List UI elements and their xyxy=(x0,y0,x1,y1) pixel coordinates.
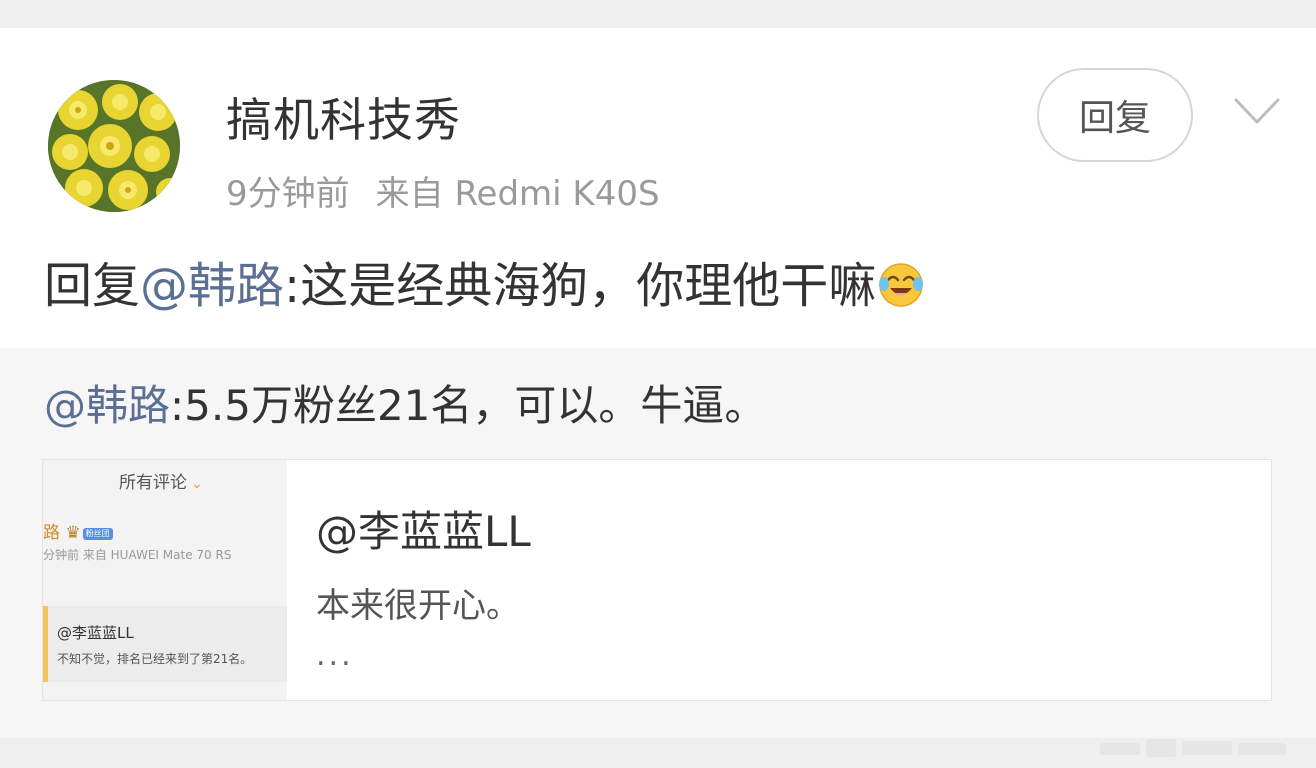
link-card[interactable]: 所有评论 ⌄ 路 ♛ 粉丝团 分钟前 来自 HUAWEI Mate 70 RS @李… xyxy=(42,459,1272,701)
thumbnail-badge: 粉丝团 xyxy=(82,528,113,540)
watermark-image xyxy=(1100,735,1290,761)
link-card-description: 本来很开心。 xyxy=(316,586,520,626)
quoted-comment[interactable]: @韩路:5.5万粉丝21名，可以。牛逼。 所有评论 ⌄ 路 ♛ 粉丝团 分钟前 来自… xyxy=(0,348,1316,738)
quoted-mention-link[interactable]: @韩路 xyxy=(44,381,170,430)
thumbnail-user: 路 ♛ 粉丝团 xyxy=(43,518,113,543)
link-card-ellipsis: ... xyxy=(316,638,354,673)
link-card-thumbnail: 所有评论 ⌄ 路 ♛ 粉丝团 分钟前 来自 HUAWEI Mate 70 RS @李… xyxy=(43,460,287,700)
quoted-body: :5.5万粉丝21名，可以。牛逼。 xyxy=(170,381,767,430)
post-meta: 9分钟前 来自 Redmi K40S xyxy=(226,166,660,215)
post-time: 9分钟前 xyxy=(226,174,350,214)
flower-avatar-image xyxy=(48,80,180,212)
chevron-down-icon: ⌄ xyxy=(191,476,203,492)
mention-link[interactable]: @韩路 xyxy=(140,258,284,314)
crown-icon: ♛ xyxy=(65,523,81,543)
reply-prefix: 回复 xyxy=(44,258,141,314)
avatar[interactable] xyxy=(48,80,180,212)
thumbnail-accent-bar xyxy=(43,606,48,682)
quoted-text: @韩路:5.5万粉丝21名，可以。牛逼。 xyxy=(44,378,766,434)
post-source: 来自 Redmi K40S xyxy=(375,174,660,214)
link-card-title[interactable]: @李蓝蓝LL xyxy=(316,498,531,559)
post-card: 搞机科技秀 9分钟前 来自 Redmi K40S 回复 回复@韩路:这是经典海狗，… xyxy=(0,28,1316,348)
post-text: :这是经典海狗，你理他干嘛 xyxy=(284,258,877,314)
chevron-down-icon[interactable] xyxy=(1230,92,1284,132)
thumbnail-sub-text: 不知不觉，排名已经来到了第21名。 xyxy=(57,652,253,666)
post-content: 回复@韩路:这是经典海狗，你理他干嘛 xyxy=(44,256,924,322)
author-name[interactable]: 搞机科技秀 xyxy=(226,84,461,150)
thumbnail-filter: 所有评论 ⌄ xyxy=(119,473,203,493)
reply-button[interactable]: 回复 xyxy=(1037,68,1193,162)
laughing-crying-emoji-icon xyxy=(878,262,924,322)
thumbnail-sub-name: @李蓝蓝LL xyxy=(57,624,134,642)
thumbnail-subcomment: @李蓝蓝LL 不知不觉，排名已经来到了第21名。 xyxy=(43,606,287,682)
thumbnail-meta: 分钟前 来自 HUAWEI Mate 70 RS xyxy=(43,548,232,562)
